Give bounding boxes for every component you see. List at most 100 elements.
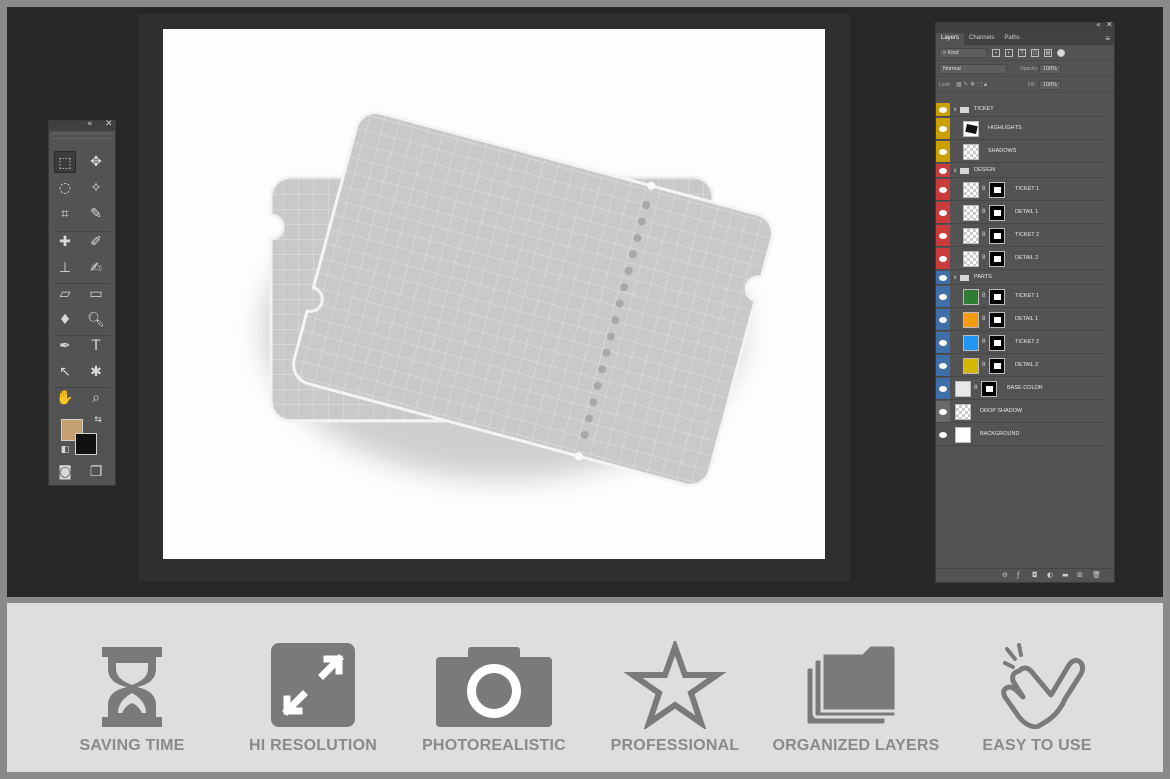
layer-row[interactable]: 8 TICKET 2 [936,332,1106,354]
layer-row[interactable]: BACKGROUND [936,424,1106,446]
layer-row[interactable]: DROP SHADOW [936,401,1106,423]
layer-mask-thumbnail[interactable] [989,250,1005,267]
blend-mode-select[interactable]: Normal [939,64,1007,74]
healing-brush-icon[interactable]: ✚ [54,231,76,253]
link-layers-icon[interactable]: ⊖ [1002,571,1008,579]
lasso-icon[interactable]: ◌ [54,177,76,199]
visibility-toggle[interactable] [936,118,950,139]
layer-row[interactable]: 8 DETAIL 2 [936,248,1106,270]
layer-row[interactable]: 8 DETAIL 2 [936,355,1106,377]
swap-colors-icon[interactable]: ⇆ [87,409,109,431]
mask-link-icon[interactable]: 8 [982,209,985,215]
layer-mask-thumbnail[interactable] [989,181,1005,198]
path-selection-icon[interactable]: ↖ [54,361,76,383]
visibility-toggle[interactable] [936,202,950,223]
stamp-icon[interactable]: ⊥ [54,257,76,279]
visibility-toggle[interactable] [936,424,950,445]
pixel-filter-icon[interactable]: ▪ [992,49,1000,57]
visibility-toggle[interactable] [936,225,950,246]
new-group-icon[interactable]: ▬ [1062,571,1069,579]
brush-icon[interactable]: ✐ [85,231,107,253]
background-color-swatch[interactable] [75,433,97,455]
fx-icon[interactable]: ƒ [1017,571,1019,579]
visibility-toggle[interactable] [936,248,950,269]
mask-link-icon[interactable]: 8 [982,362,985,368]
pen-icon[interactable]: ✒ [54,335,76,357]
layer-mask-thumbnail[interactable] [989,204,1005,221]
add-mask-icon[interactable]: ◘ [1032,571,1038,579]
layer-mask-thumbnail[interactable] [981,380,997,397]
adjustment-filter-icon[interactable]: ◐ [1005,49,1013,57]
blur-icon[interactable]: ♦ [54,309,76,331]
mask-link-icon[interactable]: 8 [974,385,977,391]
opacity-field[interactable]: 100% [1039,64,1061,74]
layer-group-row[interactable]: ∨ DESIGN [936,164,1106,178]
close-icon[interactable]: ✕ [105,119,113,129]
close-icon[interactable]: ✕ [1106,20,1113,29]
type-filter-icon[interactable]: T [1018,49,1026,57]
layer-row[interactable]: HIGHLIGHTS [936,118,1106,140]
layer-row[interactable]: 8 DETAIL 1 [936,309,1106,331]
tab-paths[interactable]: Paths [999,33,1024,45]
visibility-toggle[interactable] [936,309,950,330]
layer-mask-thumbnail[interactable] [989,357,1005,374]
move-icon[interactable]: ✥ [85,151,107,173]
type-icon[interactable]: T [85,335,107,357]
mask-link-icon[interactable]: 8 [982,293,985,299]
smart-object-filter-icon[interactable]: ▤ [1044,49,1052,57]
default-colors-icon[interactable]: ◧ [54,439,76,461]
layer-row[interactable]: 8 DETAIL 1 [936,202,1106,224]
layer-row[interactable]: 8 TICKET 1 [936,286,1106,308]
fill-field[interactable]: 100% [1039,80,1061,90]
shape-icon[interactable]: ✱ [85,361,107,383]
screen-mode-icon[interactable]: ❐ [85,461,107,483]
layer-row[interactable]: SHADOWS [936,141,1106,163]
lock-icons[interactable]: ▦ ✎ ✥ ⬚ 🔒︎ [956,81,987,89]
crop-icon[interactable]: ⌗ [54,203,76,225]
layer-row[interactable]: 8 TICKET 1 [936,179,1106,201]
new-layer-icon[interactable]: ⊞ [1077,571,1083,579]
eraser-icon[interactable]: ▱ [54,283,76,305]
document-canvas[interactable] [163,29,825,559]
visibility-toggle[interactable] [936,355,950,376]
layer-row[interactable]: 8 TICKET 2 [936,225,1106,247]
filter-toggle-icon[interactable] [1057,49,1065,57]
mask-link-icon[interactable]: 8 [982,232,985,238]
visibility-toggle[interactable] [936,103,950,116]
magic-wand-icon[interactable]: ✧ [85,177,107,199]
mask-link-icon[interactable]: 8 [982,255,985,261]
layer-mask-thumbnail[interactable] [989,288,1005,305]
visibility-toggle[interactable] [936,286,950,307]
zoom-icon[interactable]: ⌕ [85,387,107,409]
visibility-toggle[interactable] [936,401,950,422]
filter-kind-select[interactable]: ⌕ Kind [939,48,987,58]
mask-link-icon[interactable]: 8 [982,339,985,345]
quick-mask-icon[interactable]: ◙ [54,461,76,483]
visibility-toggle[interactable] [936,271,950,284]
mask-link-icon[interactable]: 8 [982,316,985,322]
collapse-icon[interactable]: « [1096,20,1101,29]
layer-mask-thumbnail[interactable] [989,311,1005,328]
mask-link-icon[interactable]: 8 [982,186,985,192]
visibility-toggle[interactable] [936,332,950,353]
collapse-icon[interactable]: « [87,119,93,129]
adjustment-icon[interactable]: ◐ [1047,571,1053,579]
layer-group-row[interactable]: ∨ PARTS [936,271,1106,285]
tab-layers[interactable]: Layers [936,33,965,45]
shape-filter-icon[interactable]: ▢ [1031,49,1039,57]
hand-icon[interactable]: ✋ [54,387,76,409]
layer-mask-thumbnail[interactable] [989,334,1005,351]
expand-chevron-icon[interactable]: ∨ [953,167,957,174]
visibility-toggle[interactable] [936,179,950,200]
visibility-toggle[interactable] [936,141,950,162]
expand-chevron-icon[interactable]: ∨ [953,106,957,113]
tools-panel-grip[interactable] [53,133,111,139]
eyedropper-icon[interactable]: ✎ [85,203,107,225]
delete-layer-icon[interactable]: 🗑︎ [1092,571,1101,579]
tab-channels[interactable]: Channels [964,33,999,45]
layer-group-row[interactable]: ∨ TICKET [936,103,1106,117]
marquee-icon[interactable]: ⬚ [54,151,76,173]
visibility-toggle[interactable] [936,378,950,399]
layer-row[interactable]: 8 BASE COLOR [936,378,1106,400]
layer-mask-thumbnail[interactable] [989,227,1005,244]
